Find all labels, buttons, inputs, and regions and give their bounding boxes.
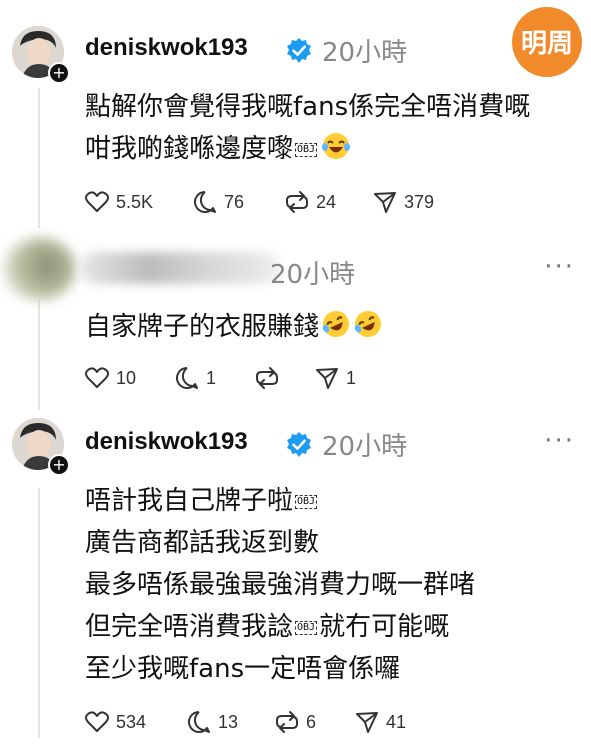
reply-button[interactable]: 13 [186,707,238,737]
post-time: 20小時 [322,38,408,68]
like-button[interactable]: 10 [84,363,136,393]
more-icon[interactable]: ··· [544,426,575,456]
repost-icon [276,711,298,733]
like-button[interactable]: 534 [84,707,146,737]
post-text-line: 但完全唔消費我諗 OBJ 就冇可能嘅 [85,606,449,643]
like-count: 5.5K [116,191,154,212]
post-actions: 534 13 6 41 [84,707,444,737]
repost-icon [256,367,278,389]
post-username[interactable]: deniskwok193 [85,428,248,456]
repost-button[interactable] [254,363,286,393]
thread-line [38,300,40,410]
post-actions: 10 1 1 [84,363,404,393]
heart-icon [85,367,109,388]
reply-icon [194,191,216,213]
share-icon [316,368,338,389]
post-text-line: 點解你會覺得我嘅fans係完全唔消費嘅 [85,86,530,123]
thread-line [38,488,40,738]
post-text-line: 咁我啲錢喺邊度嚟 OBJ [85,128,351,165]
share-count: 41 [386,711,407,732]
share-button[interactable]: 1 [314,363,356,393]
post-time: 20小時 [322,432,408,462]
post-text: 唔計我自己牌子啦 [85,486,294,516]
rofl-emoji-icon [354,311,382,337]
like-count: 534 [116,711,147,732]
thread-line [38,88,40,228]
share-count: 379 [404,191,435,212]
post-text-line: 唔計我自己牌子啦 OBJ [85,480,319,517]
reply-count: 1 [206,367,217,388]
like-count: 10 [116,367,137,388]
more-icon[interactable]: ··· [544,252,575,282]
post-text: 自家牌子的衣服賺錢 [85,312,320,342]
post-time: 20小時 [270,260,356,290]
object-placeholder: OBJ [295,142,318,157]
repost-button[interactable]: 24 [284,187,336,217]
share-icon [374,192,396,213]
share-count: 1 [346,367,357,388]
follow-plus-icon[interactable]: + [48,62,70,84]
verified-icon [287,38,311,63]
heart-icon [85,711,109,732]
post-text-line: 自家牌子的衣服賺錢 [85,306,383,343]
post-text-line: 廣告商都話我返到數 [85,522,319,559]
verified-icon [287,432,311,457]
post-text-line: 至少我嘅fans一定唔會係囉 [85,648,400,685]
post-username[interactable]: deniskwok193 [85,34,248,62]
post-text: 至少我嘅fans一定唔會係囉 [85,654,401,684]
share-button[interactable]: 379 [372,187,434,217]
repost-icon [286,191,308,213]
object-placeholder: OBJ [295,620,318,635]
follow-plus-icon[interactable]: + [48,454,70,476]
repost-count: 24 [316,191,337,212]
rofl-emoji-icon [322,311,350,337]
post-text: 就冇可能嘅 [319,612,450,642]
post-text-line: 最多唔係最強最強消費力嘅一群啫 [85,564,475,601]
post-text: 點解你會覺得我嘅fans係完全唔消費嘅 [85,92,531,122]
repost-count: 6 [306,711,317,732]
laughing-emoji-icon [322,133,351,159]
brand-logo: 明周 [511,6,583,78]
post-username[interactable] [80,252,280,284]
share-button[interactable]: 41 [354,707,406,737]
reply-button[interactable]: 76 [192,187,244,217]
post-text: 但完全唔消費我諗 [85,612,294,642]
reply-count: 13 [218,711,239,732]
post-text: 廣告商都話我返到數 [85,528,320,558]
reply-count: 76 [224,191,245,212]
brand-logo-text: 明周 [521,29,573,59]
heart-icon [85,191,109,212]
reply-button[interactable]: 1 [174,363,216,393]
repost-button[interactable]: 6 [274,707,316,737]
post-actions: 5.5K 76 24 379 [84,187,484,217]
post-text: 咁我啲錢喺邊度嚟 [85,134,294,164]
avatar[interactable] [4,238,76,300]
like-button[interactable]: 5.5K [84,187,153,217]
share-icon [356,712,378,733]
object-placeholder: OBJ [295,494,318,509]
reply-icon [188,711,210,733]
post-text: 最多唔係最強最強消費力嘅一群啫 [85,570,476,600]
reply-icon [176,367,198,389]
